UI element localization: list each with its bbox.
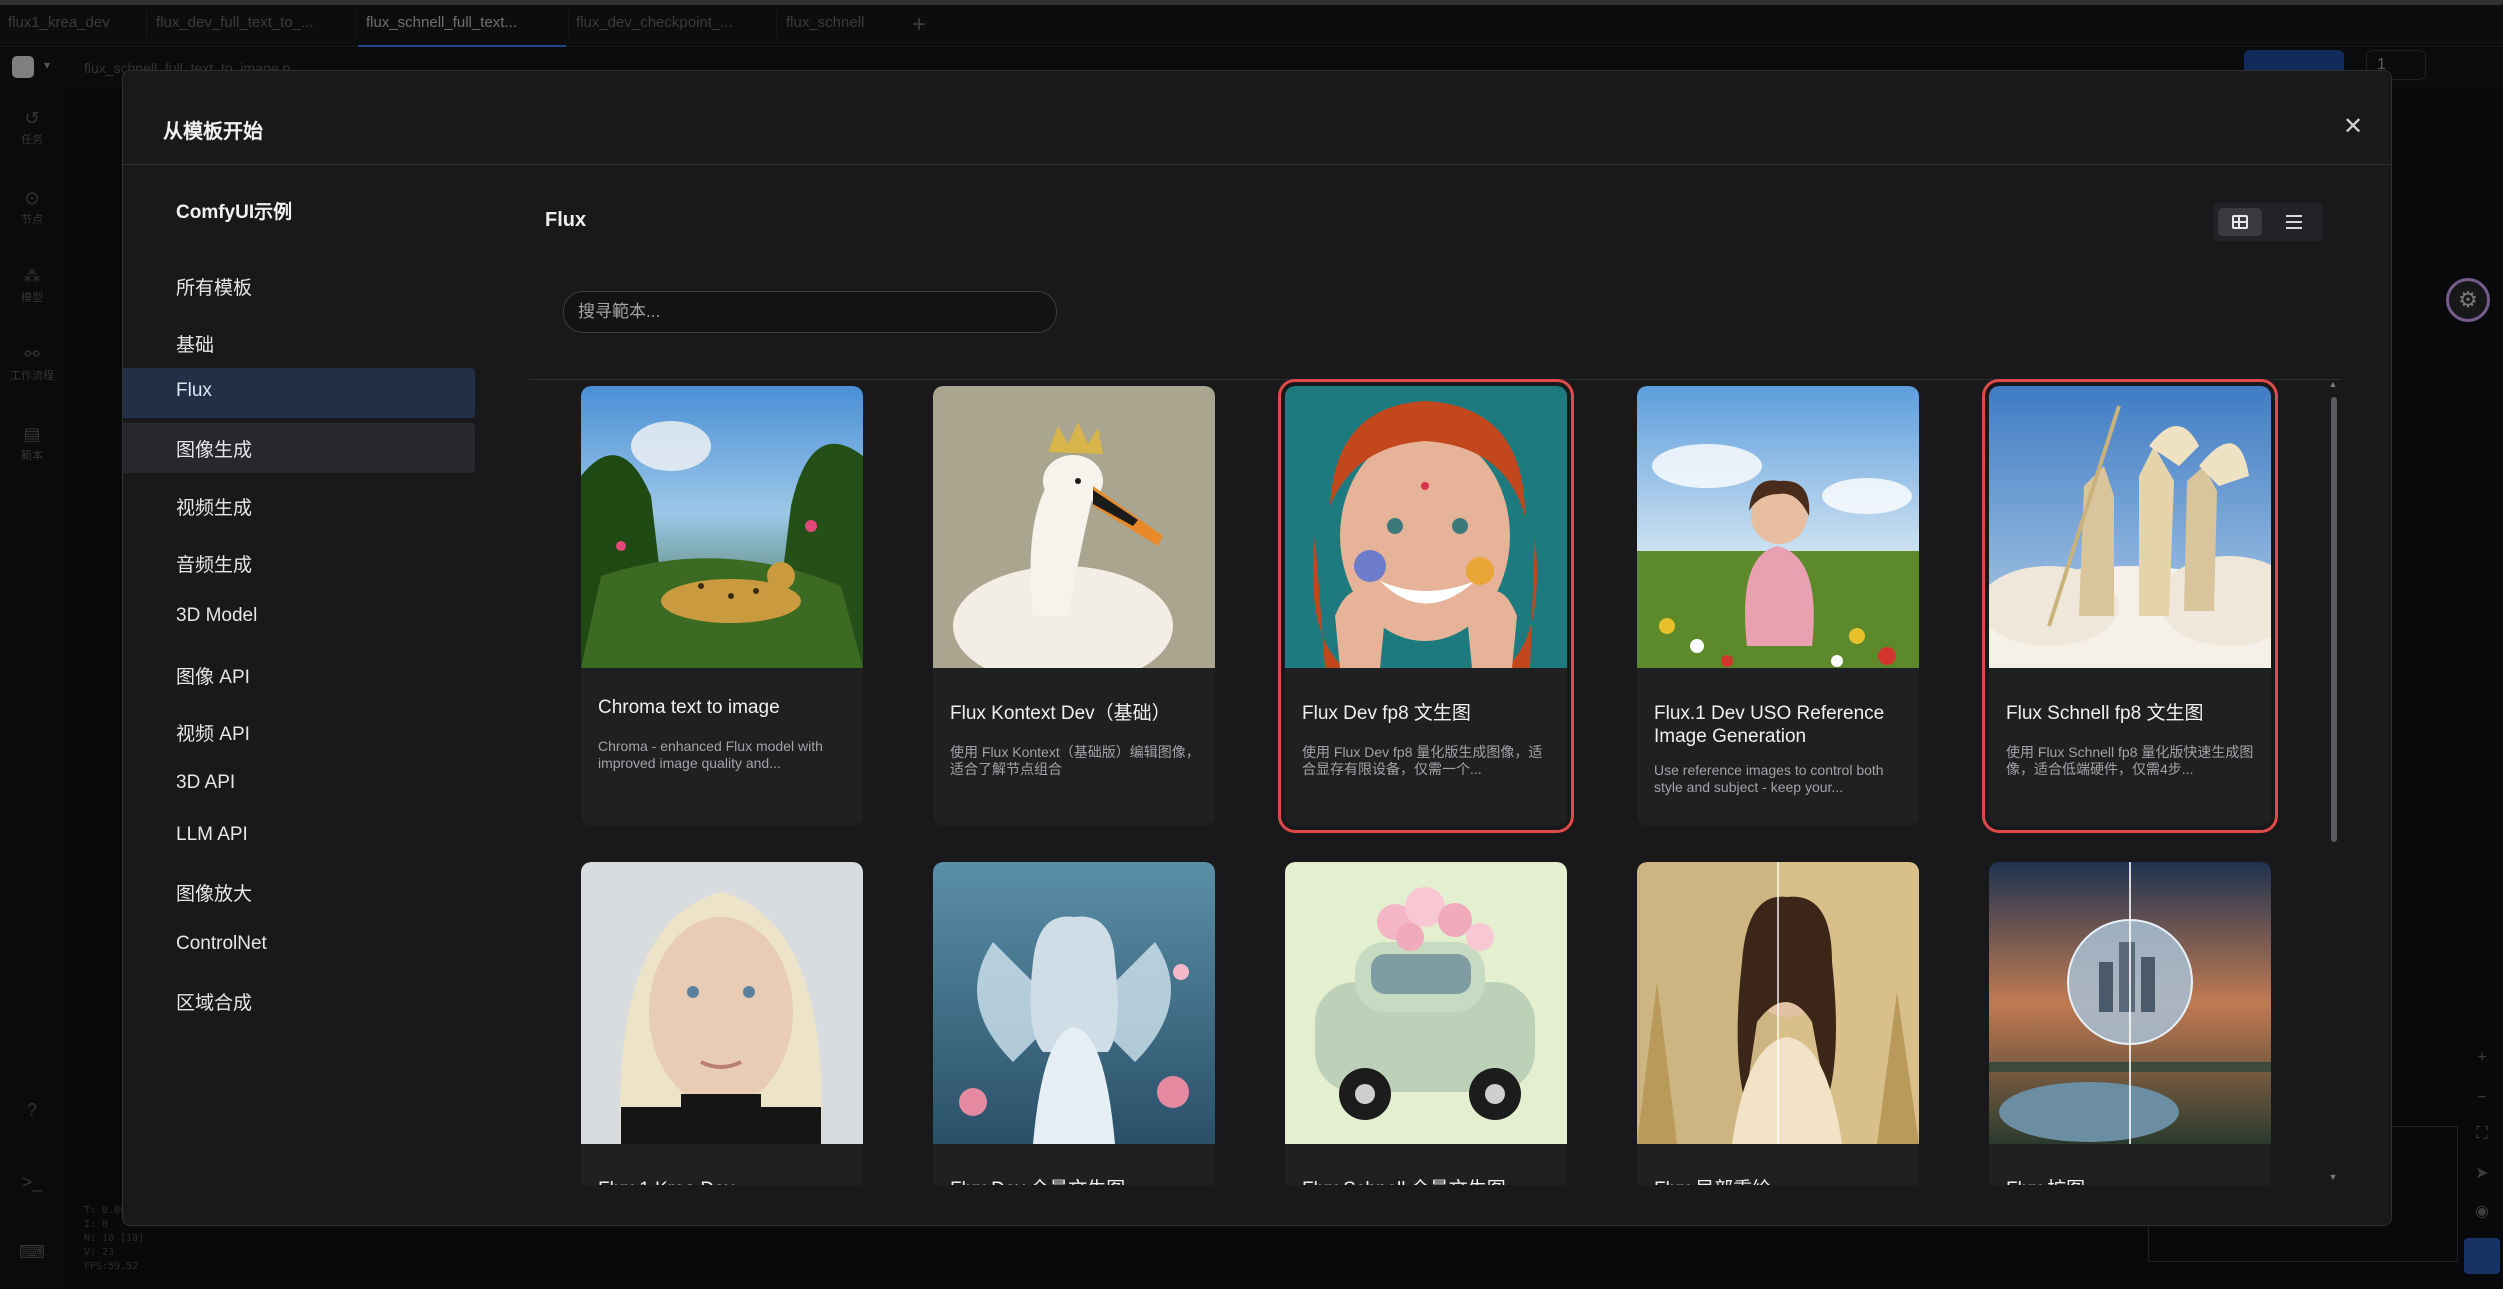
template-card[interactable]: Flux 局部重绘 bbox=[1637, 862, 1919, 1185]
template-thumbnail bbox=[933, 862, 1215, 1144]
modal-header: 从模板开始 ✕ bbox=[123, 71, 2391, 165]
template-card[interactable]: Flux.1 Dev USO Reference Image Generatio… bbox=[1637, 386, 1919, 826]
template-thumbnail bbox=[1285, 862, 1567, 1144]
template-thumbnail bbox=[1989, 386, 2271, 668]
grid-view-button[interactable] bbox=[2218, 208, 2262, 236]
template-thumbnail bbox=[933, 386, 1215, 668]
template-thumbnail bbox=[1989, 862, 2271, 1144]
search-input[interactable] bbox=[563, 291, 1057, 333]
template-description: 使用 Flux Kontext（基础版）编辑图像，适合了解节点组合 bbox=[950, 744, 1200, 777]
list-icon bbox=[2286, 215, 2302, 229]
list-view-button[interactable] bbox=[2272, 208, 2316, 236]
template-card[interactable]: Flux Schnell 全量文生图 bbox=[1285, 862, 1567, 1185]
nav-section-title: ComfyUI示例 bbox=[176, 202, 293, 223]
template-thumbnail bbox=[1637, 862, 1919, 1144]
template-thumbnail bbox=[1285, 386, 1567, 668]
template-title: Flux.1 Dev USO Reference Image Generatio… bbox=[1654, 703, 1885, 747]
template-card[interactable]: Flux Dev 全量文生图 bbox=[933, 862, 1215, 1185]
template-title: Flux.1 Krea Dev bbox=[598, 1178, 850, 1185]
template-description: Use reference images to control both sty… bbox=[1654, 762, 1884, 795]
grid-icon bbox=[2232, 215, 2248, 229]
template-title: Flux 扩图 bbox=[2006, 1178, 2258, 1185]
template-title: Flux Dev fp8 文生图 bbox=[1302, 703, 1471, 724]
template-thumbnail bbox=[581, 862, 863, 1144]
template-card[interactable]: Flux 扩图 bbox=[1989, 862, 2271, 1185]
section-title: Flux bbox=[545, 209, 587, 231]
template-title: Flux 局部重绘 bbox=[1654, 1178, 1906, 1185]
template-description: Chroma - enhanced Flux model with improv… bbox=[598, 738, 823, 771]
template-card[interactable]: Chroma text to image Chroma - enhanced Fl… bbox=[581, 386, 863, 826]
view-toggle bbox=[2213, 203, 2323, 241]
template-title: Flux Schnell 全量文生图 bbox=[1302, 1178, 1554, 1185]
nav-item-basic[interactable]: 基础 bbox=[123, 318, 475, 368]
template-card[interactable]: Flux Dev fp8 文生图使用 Flux Dev fp8 量化版生成图像，… bbox=[1278, 379, 1574, 833]
template-thumbnail bbox=[1637, 386, 1919, 668]
template-card[interactable]: Flux Schnell fp8 文生图使用 Flux Schnell fp8 … bbox=[1982, 379, 2278, 833]
template-description: 使用 Flux Schnell fp8 量化版快速生成图像，适合低端硬件，仅需4… bbox=[2006, 744, 2254, 777]
template-card[interactable]: Flux.1 Krea Dev bbox=[581, 862, 863, 1185]
template-title: Flux Dev 全量文生图 bbox=[950, 1178, 1202, 1185]
modal-title: 从模板开始 bbox=[163, 121, 263, 143]
template-description: 使用 Flux Dev fp8 量化版生成图像，适合显存有限设备，仅需一个... bbox=[1302, 744, 1543, 777]
template-title: Flux Kontext Dev（基础） bbox=[950, 703, 1171, 724]
template-thumbnail bbox=[581, 386, 863, 668]
template-title: Flux Schnell fp8 文生图 bbox=[2006, 703, 2204, 724]
close-icon[interactable]: ✕ bbox=[2337, 113, 2369, 145]
template-title: Chroma text to image bbox=[598, 697, 780, 718]
nav-item-all[interactable]: 所有模板 bbox=[123, 261, 475, 311]
template-card[interactable]: Flux Kontext Dev（基础） 使用 Flux Kontext（基础版）… bbox=[933, 386, 1215, 826]
